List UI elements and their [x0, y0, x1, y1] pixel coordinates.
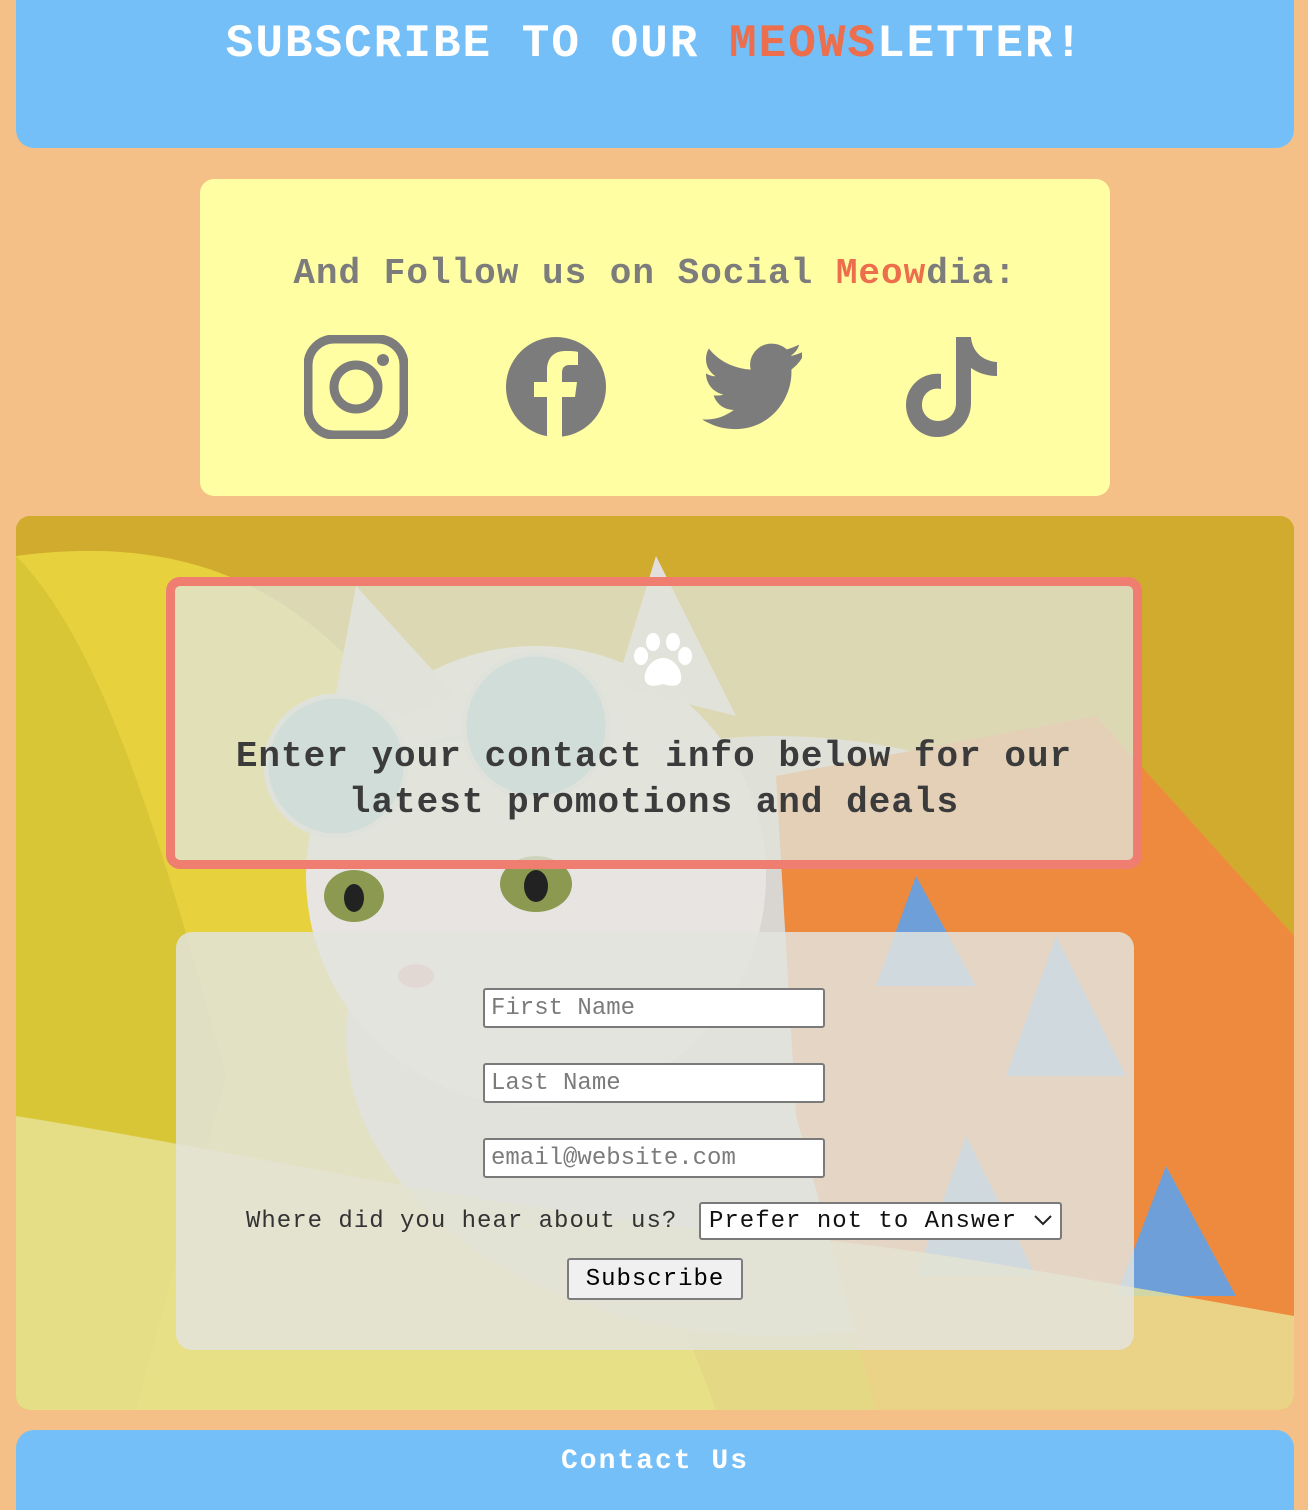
social-icons [200, 335, 1110, 439]
social-heading-accent: Meow [835, 253, 927, 294]
promo-heading: Enter your contact info below for our lat… [175, 734, 1133, 826]
twitter-icon[interactable] [702, 335, 806, 439]
social-heading-suffix: dia: [926, 253, 1017, 294]
promo-line-1: Enter your contact info below for our [235, 736, 1073, 777]
facebook-icon[interactable] [504, 335, 608, 439]
social-heading-prefix: And Follow us on Social [293, 253, 836, 294]
newsletter-header: SUBSCRIBE TO OUR MEOWSLETTER! [16, 0, 1294, 148]
referral-selected-value: Prefer not to Answer [709, 1208, 1018, 1235]
title-accent: MEOWS [729, 18, 878, 70]
footer-bar: Contact Us [16, 1430, 1294, 1510]
page-title: SUBSCRIBE TO OUR MEOWSLETTER! [16, 0, 1294, 70]
first-name-input[interactable] [483, 988, 825, 1028]
chevron-down-icon [1034, 1215, 1052, 1226]
instagram-icon[interactable] [304, 335, 408, 439]
title-suffix: LETTER! [877, 18, 1085, 70]
signup-form: Where did you hear about us? Prefer not … [176, 932, 1134, 1350]
promo-banner: Enter your contact info below for our lat… [166, 577, 1142, 869]
title-prefix: SUBSCRIBE TO OUR [225, 18, 729, 70]
referral-label: Where did you hear about us? [246, 1208, 678, 1235]
signup-hero: Enter your contact info below for our lat… [16, 516, 1294, 1410]
subscribe-button[interactable]: Subscribe [567, 1258, 743, 1300]
social-heading: And Follow us on Social Meowdia: [200, 253, 1110, 294]
email-input[interactable] [483, 1138, 825, 1178]
referral-select[interactable]: Prefer not to Answer [699, 1202, 1062, 1240]
contact-us-link[interactable]: Contact Us [561, 1446, 749, 1477]
promo-line-2: latest promotions and deals [348, 782, 960, 823]
social-media-panel: And Follow us on Social Meowdia: [200, 179, 1110, 496]
tiktok-icon[interactable] [902, 335, 1006, 439]
paw-icon [634, 633, 692, 686]
last-name-input[interactable] [483, 1063, 825, 1103]
